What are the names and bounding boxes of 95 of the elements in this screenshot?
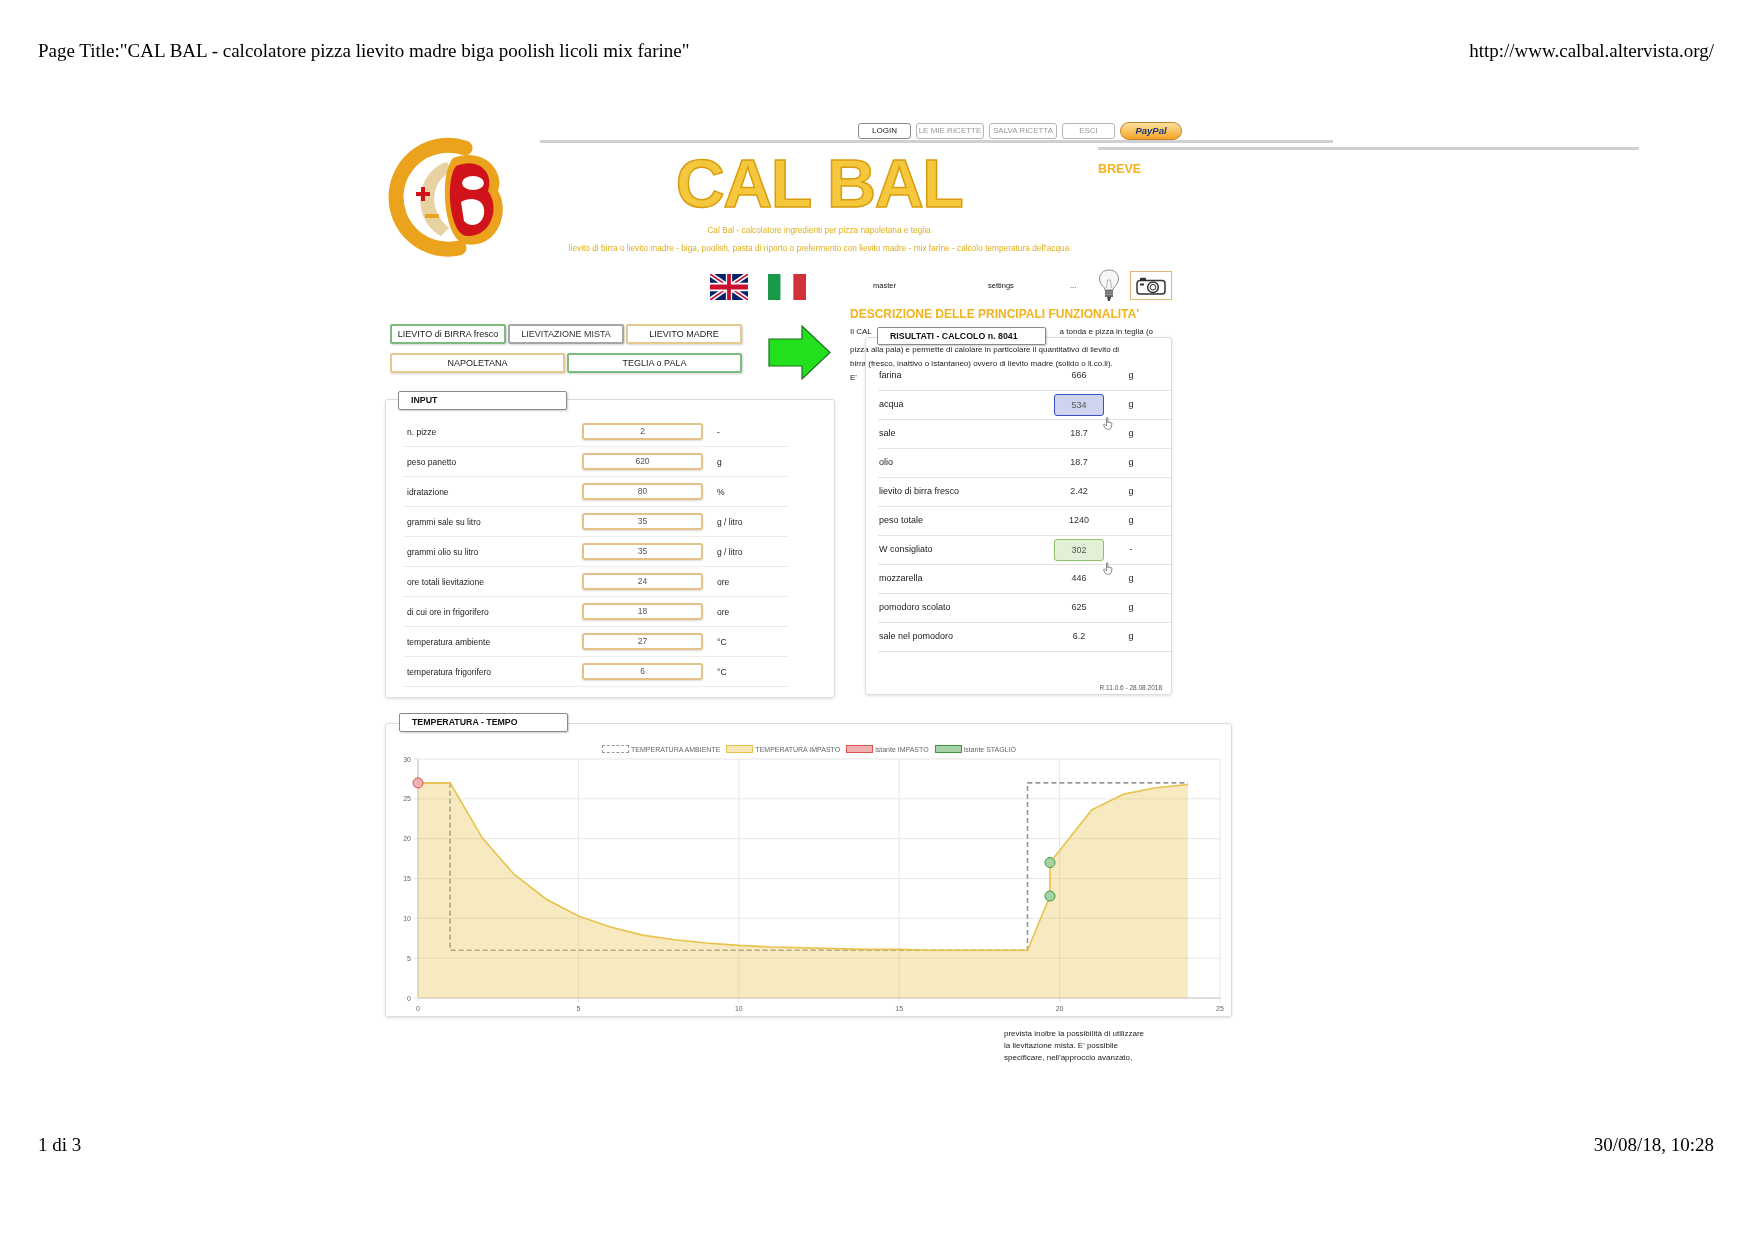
- unit-label: g / litro: [717, 546, 743, 557]
- value-button[interactable]: 534: [1054, 393, 1104, 416]
- toolbar-button[interactable]: LOGIN: [858, 123, 911, 139]
- unit-label: °C: [717, 666, 727, 677]
- result-value: 446: [1071, 573, 1087, 584]
- page-number-text: 1 di 3: [38, 1134, 82, 1156]
- unit-label: %: [717, 486, 725, 497]
- result-label: sale: [878, 428, 896, 439]
- unit-label: g: [1128, 428, 1134, 439]
- unit-label: g: [1128, 486, 1134, 497]
- result-value: 666: [1071, 370, 1087, 381]
- right-arrow-icon: [768, 325, 831, 380]
- uk-flag-icon[interactable]: [710, 274, 748, 300]
- result-label: mozzarella: [878, 573, 923, 584]
- panel-title: TEMPERATURA - TEMPO: [399, 713, 568, 732]
- unit-label: -: [1129, 544, 1133, 555]
- section-heading: DESCRIZIONE DELLE PRINCIPALI FUNZIONALITA': [849, 307, 1140, 321]
- field-label: grammi olio su litro: [406, 546, 479, 557]
- unit-label: ore: [717, 576, 730, 587]
- panel-title: INPUT: [398, 391, 567, 410]
- unit-label: g / litro: [717, 516, 743, 527]
- result-value: 2.42: [1070, 486, 1088, 497]
- result-value: 1240: [1069, 515, 1089, 526]
- result-label: acqua: [878, 399, 904, 410]
- camera-icon: [1136, 276, 1166, 295]
- result-label: peso totale: [878, 515, 924, 526]
- unit-label: -: [717, 426, 720, 437]
- field-label: di cui ore in frigorifero: [406, 606, 489, 617]
- number-field[interactable]: 35: [582, 543, 703, 560]
- description-text: E': [850, 372, 857, 384]
- number-field[interactable]: 24: [582, 573, 703, 590]
- subtitle-text: Cal Bal - calcolatore ingredienti per pizza napoletana e teglia: [707, 224, 931, 236]
- legend-swatch-icon: [846, 745, 874, 753]
- side-heading: BREVE: [1098, 162, 1142, 177]
- field-label: temperatura frigorifero: [406, 666, 492, 677]
- pizza-type-tab[interactable]: TEGLIA o PALA: [567, 353, 742, 373]
- field-label: grammi sale su litro: [406, 516, 481, 527]
- page-url-text: http://www.calbal.altervista.org/: [1469, 40, 1714, 62]
- unit-label: g: [1128, 602, 1134, 613]
- unit-label: g: [1128, 399, 1134, 410]
- field-label: ore totali lievitazione: [406, 576, 484, 587]
- number-field[interactable]: 27: [582, 633, 703, 650]
- camera-button[interactable]: [1130, 271, 1172, 300]
- page-title-text: Page Title:"CAL BAL - calcolatore pizza lievito madre biga poolish licoli mix farine": [38, 40, 690, 62]
- number-field[interactable]: 620: [582, 453, 703, 470]
- result-value: 6.2: [1072, 631, 1086, 642]
- hand-cursor-icon: [1103, 416, 1113, 430]
- value-button[interactable]: 302: [1054, 538, 1104, 561]
- unit-label: g: [1128, 515, 1134, 526]
- data-point-marker: [1044, 890, 1056, 902]
- data-point-marker: [412, 777, 424, 789]
- print-date-text: 30/08/18, 10:28: [1593, 1134, 1714, 1156]
- hand-cursor-icon: [1103, 561, 1113, 575]
- number-field[interactable]: 18: [582, 603, 703, 620]
- unit-label: ore: [717, 606, 730, 617]
- description-text: Il CAL: [850, 326, 872, 338]
- field-label: idratazione: [406, 486, 449, 497]
- legend-swatch-icon: [726, 745, 754, 753]
- result-label: W consigliato: [878, 544, 933, 555]
- light-bulb-icon[interactable]: [1098, 269, 1120, 302]
- number-field[interactable]: 6: [582, 663, 703, 680]
- panel-title: RISULTATI - CALCOLO n. 8041: [877, 327, 1046, 345]
- result-label: pomodoro scolato: [878, 602, 951, 613]
- unit-label: g: [717, 456, 722, 467]
- yeast-tab[interactable]: LIEVITO di BIRRA fresco: [390, 324, 506, 344]
- number-field[interactable]: 35: [582, 513, 703, 530]
- result-label: lievito di birra fresco: [878, 486, 960, 497]
- field-label: temperatura ambiente: [406, 636, 491, 647]
- result-value: 18.7: [1070, 428, 1088, 439]
- result-value: 625: [1071, 602, 1087, 613]
- description-text: birra (fresco, inattivo o istantaneo) ovvero di lievito madre (solido o li.co.li).: [850, 358, 1113, 370]
- legend-swatch-icon: [934, 745, 962, 753]
- unit-label: g: [1128, 631, 1134, 642]
- unit-label: g: [1128, 573, 1134, 584]
- description-text: a tonda e pizza in teglia (o: [1059, 326, 1153, 338]
- field-label: peso panetto: [406, 456, 457, 467]
- tagline-text: lievito di birra o lievito madre - biga, poolish, pasta di riporto o prefermento con lievito madre - mix farine - calcolo temperatura dell'acqua: [568, 242, 1070, 254]
- paypal-button[interactable]: PayPal: [1120, 122, 1182, 140]
- result-value: 18.7: [1070, 457, 1088, 468]
- pizza-type-tab[interactable]: NAPOLETANA: [390, 353, 565, 373]
- legend-swatch-icon: [602, 745, 629, 753]
- result-label: olio: [878, 457, 893, 468]
- data-point-marker: [1044, 857, 1056, 869]
- unit-label: °C: [717, 636, 727, 647]
- unit-label: g: [1128, 370, 1134, 381]
- field-label: n. pizze: [406, 426, 437, 437]
- yeast-tab[interactable]: LIEVITO MADRE: [626, 324, 742, 344]
- result-label: sale nel pomodoro: [878, 631, 954, 642]
- site-title: CAL BAL: [675, 149, 963, 217]
- unit-label: g: [1128, 457, 1134, 468]
- result-label: farina: [878, 370, 902, 381]
- number-field[interactable]: 80: [582, 483, 703, 500]
- number-field[interactable]: 2: [582, 423, 703, 440]
- italy-flag-icon[interactable]: [768, 274, 806, 300]
- description-text: prevista inoltre la possibilità di utilizzare la lievitazione mista. E' possibile specificare, nell'approccio avanzato,: [1004, 1028, 1145, 1064]
